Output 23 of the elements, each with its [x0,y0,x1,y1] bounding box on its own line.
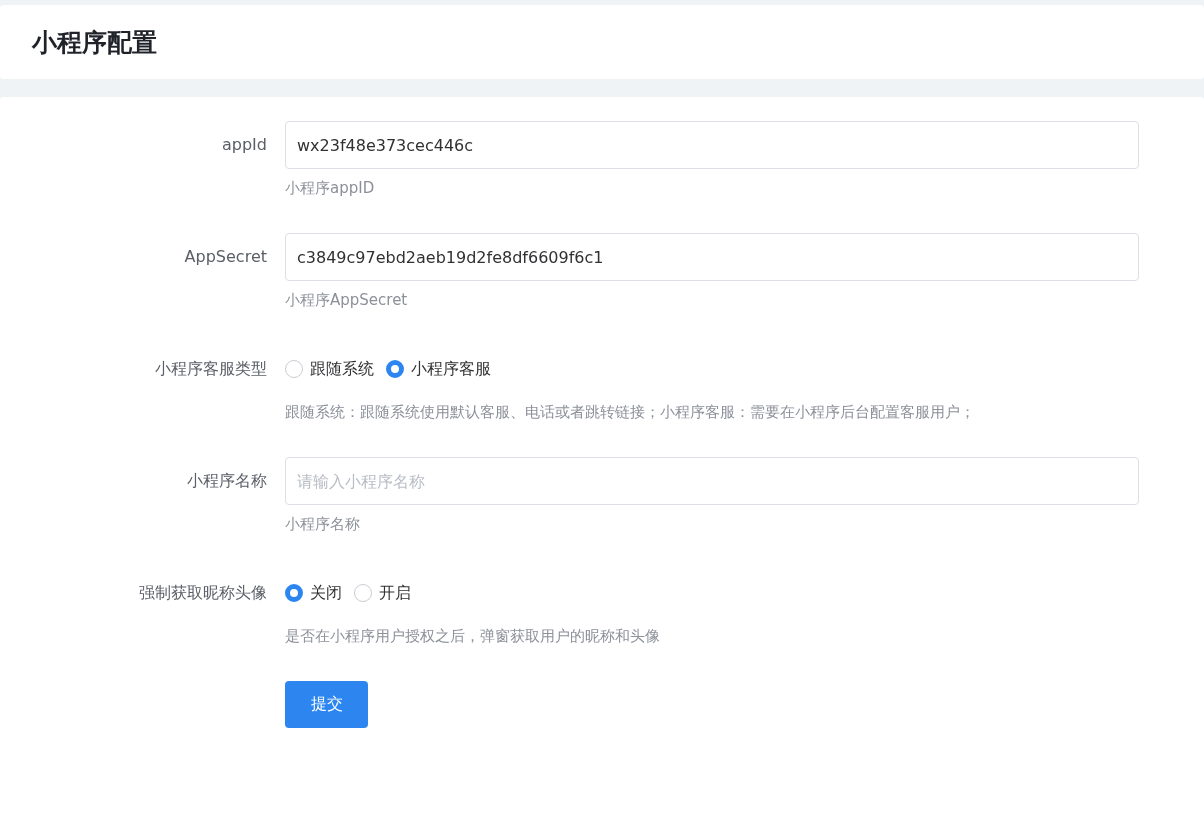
help-text: 小程序名称 [285,514,361,535]
radio-option[interactable]: 小程序客服 [386,358,491,380]
field-label: appId [221,134,268,156]
input-field[interactable]: 请输入小程序名称 [285,457,1139,505]
field-label: 小程序名称 [186,470,268,492]
help-text: 跟随系统：跟随系统使用默认客服、电话或者跳转链接；小程序客服：需要在小程序后台配置客服用户； [285,402,976,423]
field-label: 小程序客服类型 [154,358,268,380]
help-text: 小程序appID [285,178,376,199]
radio-option[interactable]: 关闭 [285,582,342,604]
submit-button[interactable]: 提交 [285,681,368,728]
radio-label: 跟随系统 [310,358,374,380]
field-label: 强制获取昵称头像 [138,582,268,604]
field-label: AppSecret [183,246,268,268]
help-text: 小程序AppSecret [285,290,409,311]
radio-label: 开启 [379,582,411,604]
radio-option[interactable]: 跟随系统 [285,358,374,380]
radio-label: 关闭 [310,582,342,604]
radio-label: 小程序客服 [411,358,491,380]
page-title: 小程序配置 [32,26,157,59]
input-field[interactable]: c3849c97ebd2aeb19d2fe8df6609f6c1 [285,233,1139,281]
input-field[interactable]: wx23f48e373cec446c [285,121,1139,169]
radio-option[interactable]: 开启 [354,582,411,604]
help-text: 是否在小程序用户授权之后，弹窗获取用户的昵称和头像 [285,626,661,647]
